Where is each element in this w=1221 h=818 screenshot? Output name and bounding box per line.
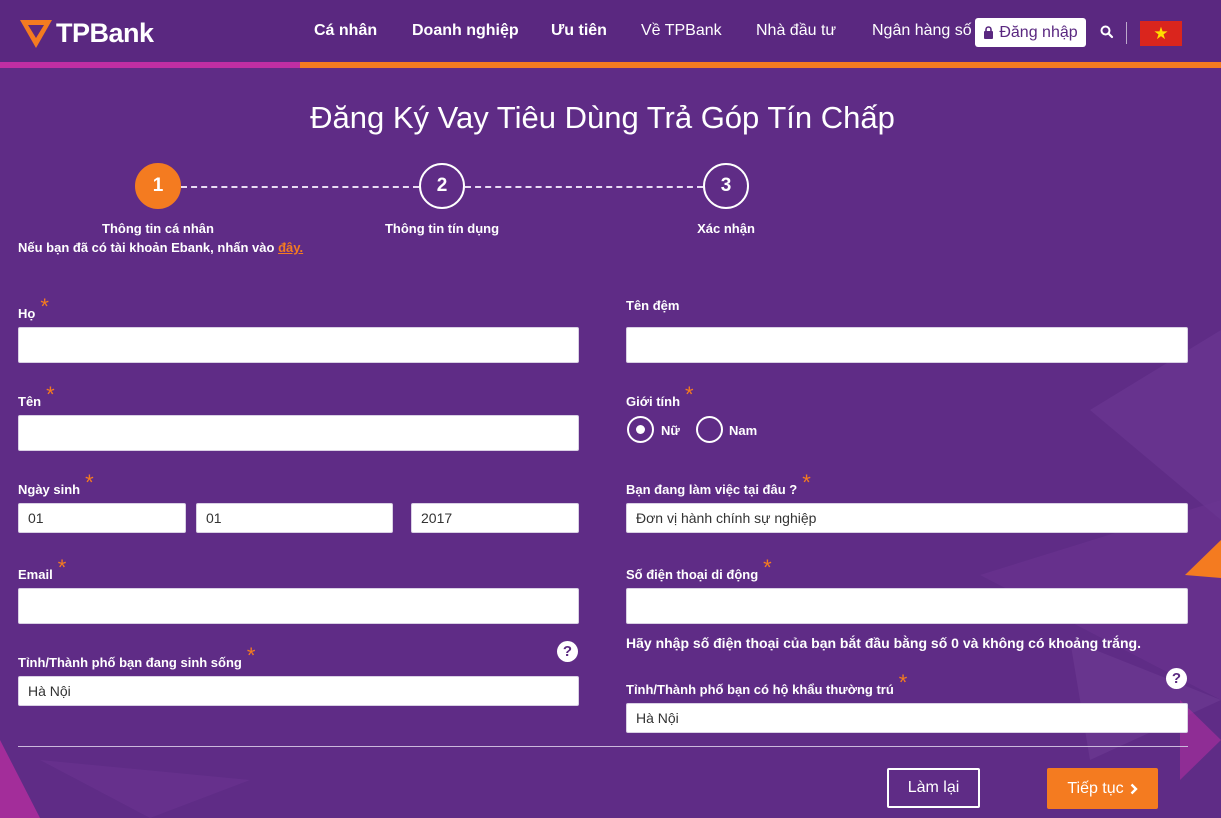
ten-label: Tên * — [18, 382, 55, 409]
ten-input[interactable] — [18, 415, 579, 451]
required-mark: * — [763, 555, 772, 580]
tinh-thuong-tru-label: Tỉnh/Thành phố bạn có hộ khẩu thường trú… — [626, 670, 908, 697]
required-mark: * — [85, 470, 94, 495]
ebank-note-text: Nếu bạn đã có tài khoản Ebank, nhấn vào — [18, 240, 279, 255]
required-mark: * — [46, 382, 55, 407]
gender-label-nam: Nam — [729, 423, 758, 438]
login-button[interactable]: Đăng nhập — [975, 18, 1086, 47]
gender-radio-nam[interactable] — [696, 416, 723, 443]
ebank-link[interactable]: đây. — [278, 240, 303, 255]
nav-item-ca-nhan[interactable]: Cá nhân — [314, 22, 377, 40]
search-icon[interactable] — [1099, 24, 1115, 40]
birth-day-input[interactable]: 01 — [18, 503, 186, 533]
step-connector-2 — [465, 186, 703, 188]
required-mark: * — [57, 555, 67, 580]
ngay-sinh-label: Ngày sinh * — [18, 470, 94, 497]
step-1-circle: 1 — [135, 163, 181, 209]
gender-label-nu: Nữ — [661, 423, 680, 438]
nav-item-doanh-nghiep[interactable]: Doanh nghiệp — [412, 22, 519, 40]
required-mark: * — [246, 643, 256, 668]
gender-radio-nu[interactable] — [627, 416, 654, 443]
noi-lam-viec-label: Bạn đang làm việc tại đâu ? * — [626, 470, 811, 497]
help-icon[interactable]: ? — [1166, 668, 1187, 689]
lock-icon — [984, 26, 994, 39]
ho-label: Họ * — [18, 294, 49, 321]
noi-lam-viec-select[interactable]: Đơn vị hành chính sự nghiệp — [626, 503, 1188, 533]
required-mark: * — [898, 670, 908, 695]
nav-item-ve-tpbank[interactable]: Về TPBank — [641, 22, 722, 40]
step-3-circle: 3 — [703, 163, 749, 209]
required-mark: * — [40, 294, 49, 319]
tinh-thuong-tru-select[interactable]: Hà Nội — [626, 703, 1188, 733]
ho-input[interactable] — [18, 327, 579, 363]
required-mark: * — [685, 382, 694, 407]
nav-item-uu-tien[interactable]: Ưu tiên — [551, 22, 607, 40]
nav-divider — [1126, 22, 1127, 44]
email-input[interactable] — [18, 588, 579, 624]
email-label: Email * — [18, 555, 67, 582]
phone-hint: Hãy nhập số điện thoại của bạn bắt đầu b… — [626, 635, 1141, 651]
birth-year-input[interactable]: 2017 — [411, 503, 579, 533]
login-label: Đăng nhập — [999, 23, 1078, 41]
so-dien-thoai-label: Số điện thoại di động * — [626, 555, 772, 582]
ebank-note: Nếu bạn đã có tài khoản Ebank, nhấn vào … — [18, 240, 303, 255]
step-connector-1 — [181, 186, 419, 188]
nav-item-ngan-hang-so[interactable]: Ngân hàng số — [872, 22, 972, 40]
required-mark: * — [802, 470, 811, 495]
ten-dem-label: Tên đệm — [626, 298, 680, 313]
reset-button[interactable]: Làm lại — [887, 768, 980, 808]
step-2-label: Thông tin tín dụng — [384, 221, 500, 236]
step-2-circle: 2 — [419, 163, 465, 209]
step-1-label: Thông tin cá nhân — [102, 221, 214, 236]
vietnam-flag-icon[interactable]: ★ — [1140, 21, 1182, 46]
ten-dem-input[interactable] — [626, 327, 1188, 363]
header-accent-bar — [0, 62, 1221, 70]
tinh-sinh-song-select[interactable]: Hà Nội — [18, 676, 579, 706]
site-header: TPBank Cá nhân Doanh nghiệp Ưu tiên Về T… — [0, 0, 1221, 66]
step-3-label: Xác nhận — [697, 221, 755, 236]
next-button-label: Tiếp tục — [1067, 779, 1124, 797]
chevron-right-icon — [1130, 783, 1138, 794]
next-button[interactable]: Tiếp tục — [1047, 768, 1158, 809]
tinh-sinh-song-label: Tỉnh/Thành phố bạn đang sinh sống * — [18, 643, 256, 670]
gioi-tinh-label: Giới tính * — [626, 382, 694, 409]
nav-item-nha-dau-tu[interactable]: Nhà đầu tư — [756, 22, 836, 40]
phone-input[interactable] — [626, 588, 1188, 624]
help-icon[interactable]: ? — [557, 641, 578, 662]
birth-month-input[interactable]: 01 — [196, 503, 393, 533]
page-title: Đăng Ký Vay Tiêu Dùng Trả Góp Tín Chấp — [310, 100, 895, 135]
form-divider — [18, 746, 1188, 747]
